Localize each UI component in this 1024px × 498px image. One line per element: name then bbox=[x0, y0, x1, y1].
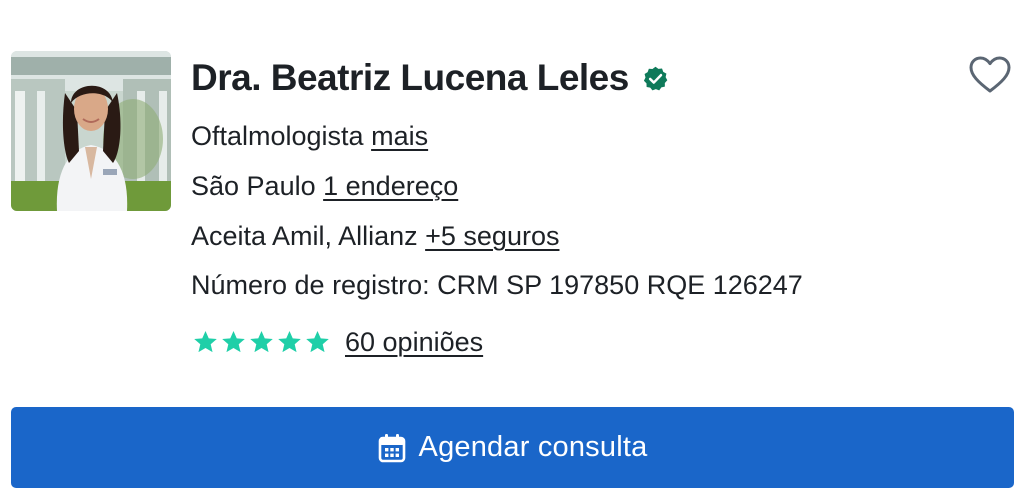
favorite-button[interactable] bbox=[967, 54, 1013, 96]
insurance-text: Aceita Amil, Allianz bbox=[191, 221, 418, 251]
specialty-text: Oftalmologista bbox=[191, 121, 364, 151]
location-line: São Paulo 1 endereço bbox=[191, 169, 458, 203]
doctor-name[interactable]: Dra. Beatriz Lucena Leles bbox=[191, 57, 629, 99]
specialty-line: Oftalmologista mais bbox=[191, 119, 428, 153]
heart-outline-icon bbox=[969, 56, 1011, 93]
calendar-icon bbox=[378, 433, 405, 462]
star-icon bbox=[194, 330, 217, 353]
registration-line: Número de registro: CRM SP 197850 RQE 12… bbox=[191, 268, 803, 302]
doctor-name-row: Dra. Beatriz Lucena Leles bbox=[191, 56, 669, 100]
address-link[interactable]: 1 endereço bbox=[323, 171, 458, 201]
star-icon bbox=[278, 330, 301, 353]
location-text: São Paulo bbox=[191, 171, 316, 201]
star-icon bbox=[222, 330, 245, 353]
rating-stars bbox=[192, 329, 331, 355]
rating-row: 60 opiniões bbox=[192, 324, 483, 360]
star-icon bbox=[306, 330, 329, 353]
schedule-appointment-label: Agendar consulta bbox=[418, 431, 648, 463]
schedule-appointment-button[interactable]: Agendar consulta bbox=[11, 407, 1014, 488]
verified-check-icon bbox=[643, 66, 668, 90]
doctor-photo[interactable] bbox=[11, 51, 171, 211]
more-insurance-link[interactable]: +5 seguros bbox=[425, 221, 559, 251]
specialty-more-link[interactable]: mais bbox=[371, 121, 428, 151]
reviews-link[interactable]: 60 opiniões bbox=[345, 327, 483, 358]
registration-text: Número de registro: CRM SP 197850 RQE 12… bbox=[191, 270, 803, 300]
star-icon bbox=[250, 330, 273, 353]
insurance-line: Aceita Amil, Allianz +5 seguros bbox=[191, 219, 559, 253]
